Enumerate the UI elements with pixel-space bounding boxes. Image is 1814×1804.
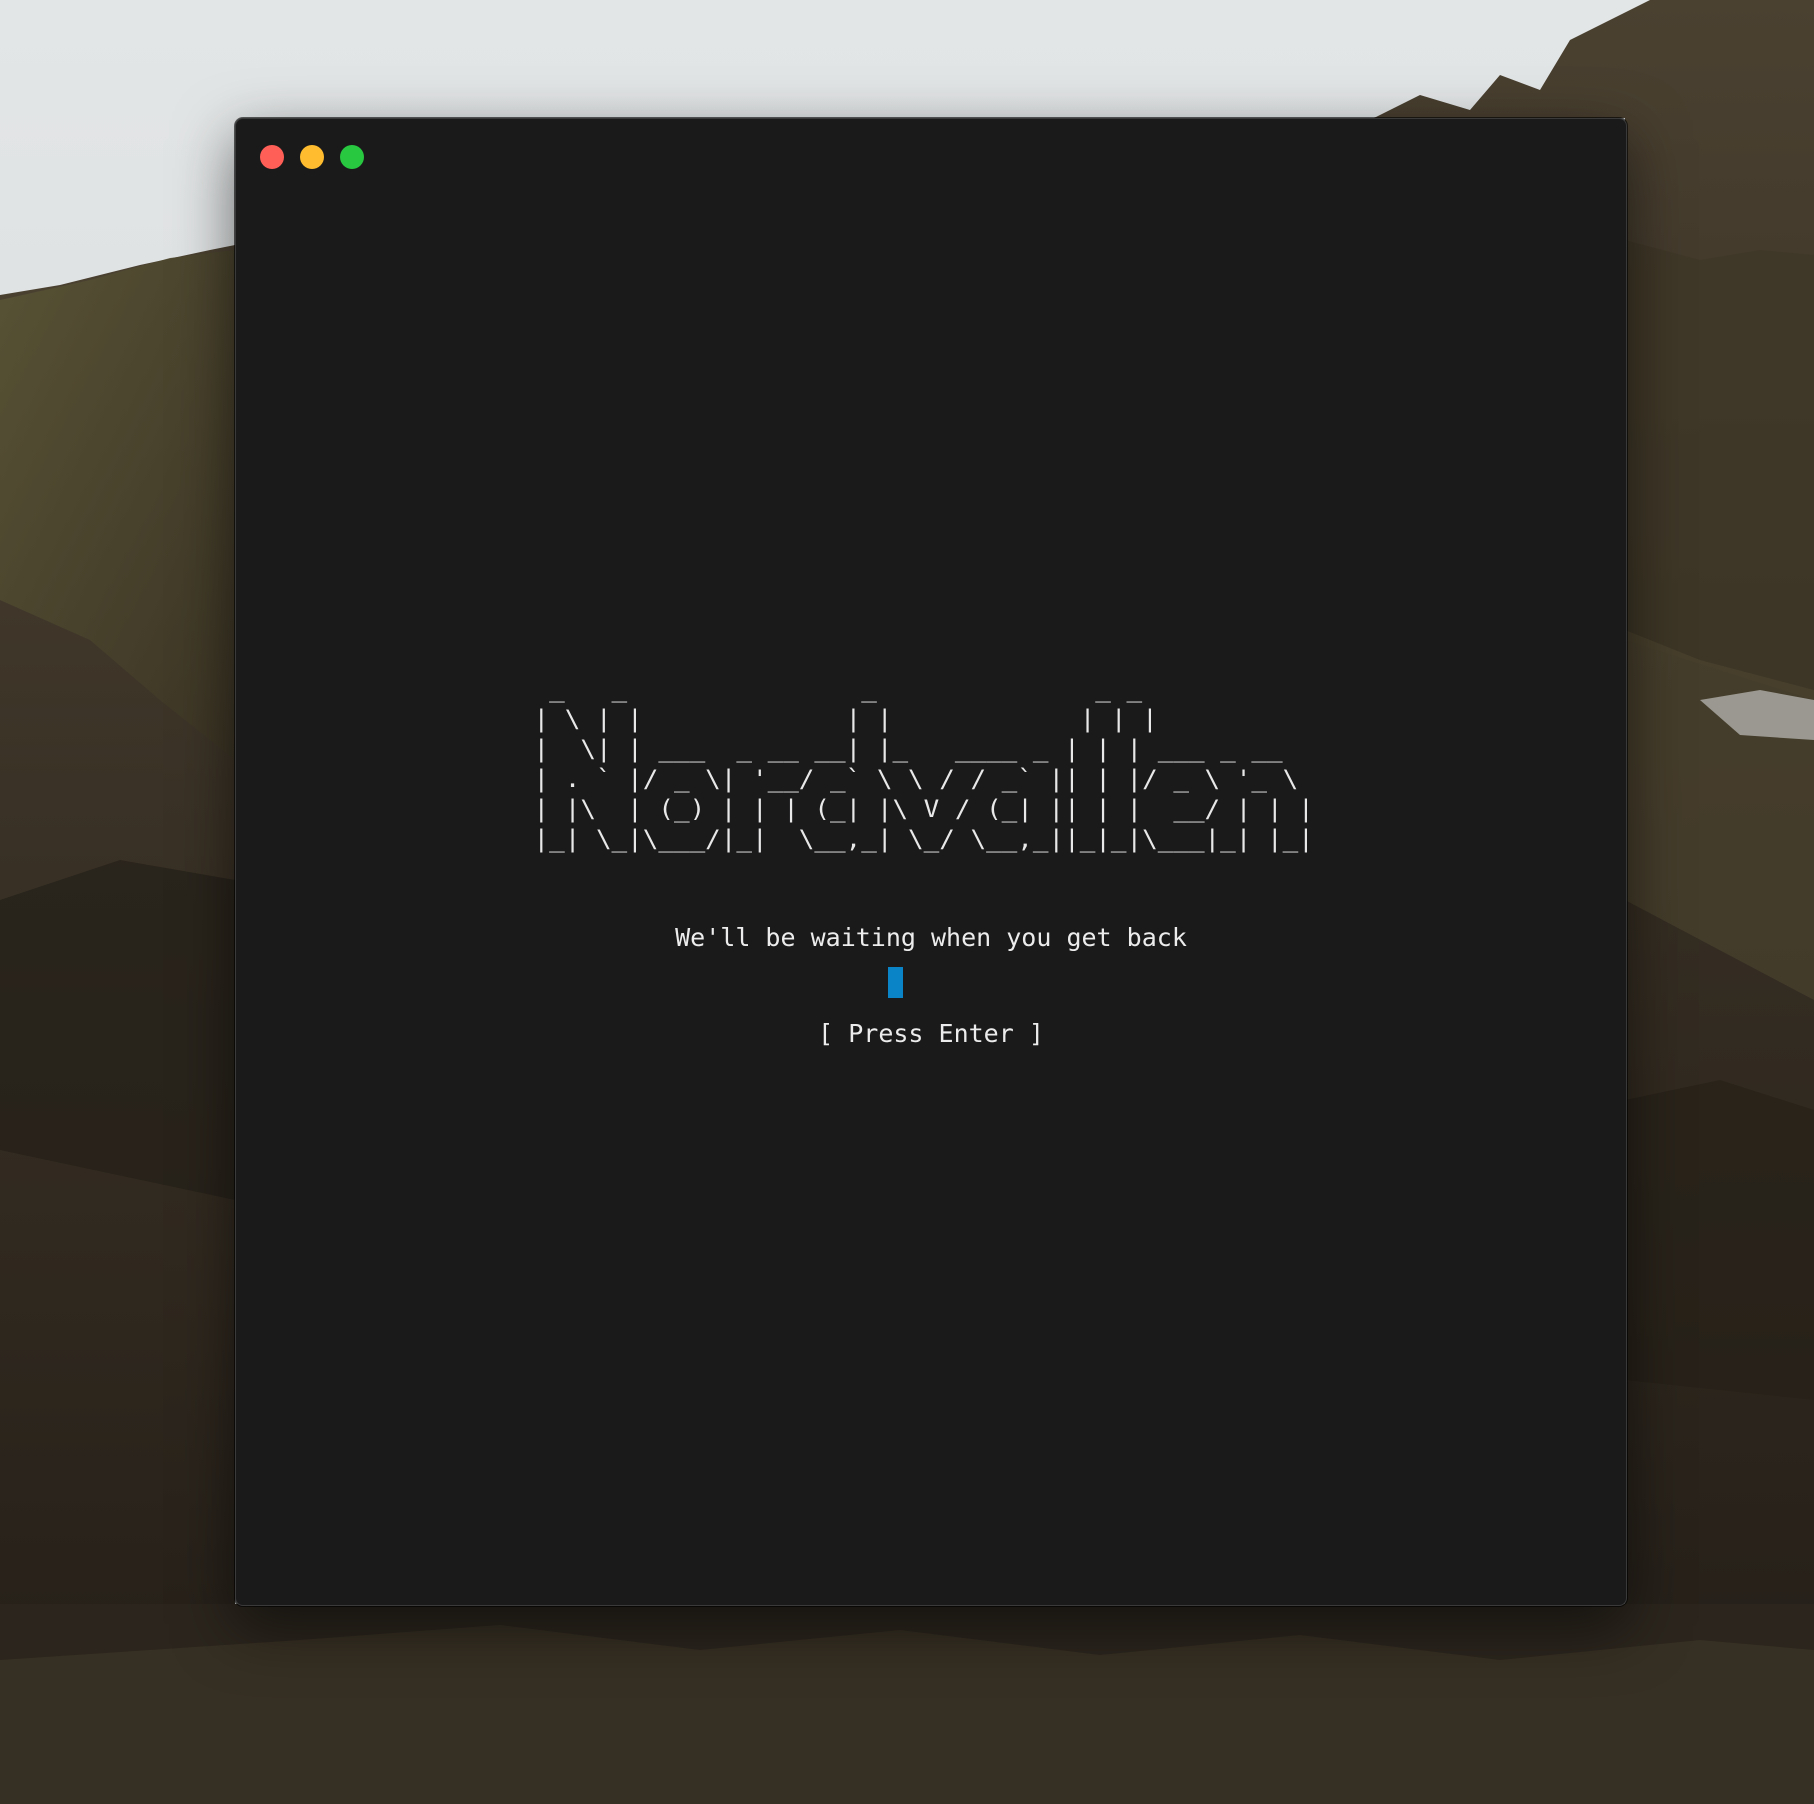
terminal-window[interactable]: _ _ _ _ _ | \ | | | | | | | | \| | ___ _… bbox=[235, 118, 1627, 1606]
press-enter-prompt[interactable]: [ Press Enter ] bbox=[236, 1017, 1626, 1051]
text-cursor bbox=[888, 967, 903, 998]
ascii-logo-container: _ _ _ _ _ | \ | | | | | | | | \| | ___ _… bbox=[236, 674, 1626, 854]
terminal-screen[interactable]: _ _ _ _ _ | \ | | | | | | | | \| | ___ _… bbox=[236, 119, 1626, 1605]
tagline-text: We'll be waiting when you get back bbox=[675, 923, 1187, 952]
ascii-logo-title: _ _ _ _ _ | \ | | | | | | | | \| | ___ _… bbox=[533, 675, 1314, 853]
